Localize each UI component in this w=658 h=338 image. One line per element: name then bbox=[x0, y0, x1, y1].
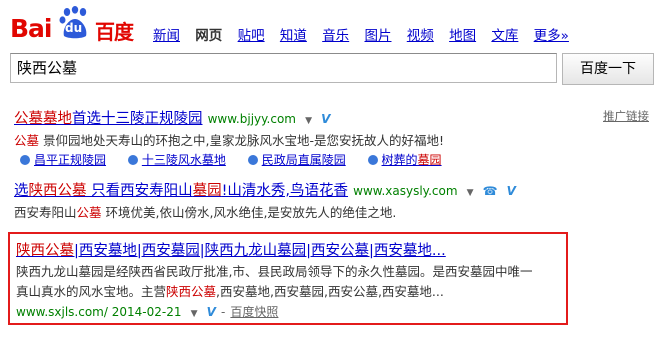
result-3-url: www.sxjls.com/ 2014-02-21 bbox=[16, 305, 182, 319]
result-1-url: www.bjjyy.com bbox=[207, 112, 296, 126]
nav-more[interactable]: 更多» bbox=[534, 28, 569, 44]
abstract-highlight: 公墓 bbox=[76, 205, 102, 220]
bullet-icon bbox=[127, 155, 138, 165]
title-text: 首选十三陵正规陵园 bbox=[72, 111, 203, 127]
sitelink-label: 民政局直属陵园 bbox=[261, 153, 346, 167]
search-input[interactable]: 陕西公墓 bbox=[10, 53, 557, 83]
result-2: 选陕西公墓 只看西安寿阳山墓园!山清水秀,鸟语花香 www.xasysly.co… bbox=[14, 180, 516, 223]
nav-web: 网页 bbox=[195, 28, 223, 44]
result-1-sitelinks: 昌平正规陵园 十三陵风水墓地 民政局直属陵园 树葬的墓园 bbox=[20, 151, 460, 169]
title-text: !山清水秀,鸟语花香 bbox=[221, 183, 349, 199]
result-2-title[interactable]: 选陕西公墓 只看西安寿阳山墓园!山清水秀,鸟语花香 bbox=[14, 183, 348, 199]
title-text: |西安墓地|西安墓园|陕西九龙山墓园|西安公墓|西安墓地... bbox=[74, 243, 446, 259]
logo-text-baidu: 百度 bbox=[95, 20, 134, 44]
title-highlight: 公墓墓地 bbox=[14, 111, 72, 127]
sitelink-label: 树葬的 bbox=[381, 153, 418, 167]
sitelink-highlight: 墓园 bbox=[417, 153, 442, 167]
nav-map[interactable]: 地图 bbox=[449, 28, 476, 44]
title-text: 只看西安寿阳山 bbox=[86, 183, 193, 199]
result-3-meta: www.sxjls.com/ 2014-02-21 ▼ V - 百度快照 bbox=[16, 302, 532, 323]
ad-label-link[interactable]: 推广链接 bbox=[603, 108, 649, 124]
abstract-highlight: 陕西公墓 bbox=[166, 284, 217, 299]
logo-text-du: du bbox=[65, 21, 83, 35]
verified-v-icon[interactable]: V bbox=[321, 112, 330, 126]
dropdown-arrow-icon[interactable]: ▼ bbox=[191, 309, 198, 319]
snapshot-link[interactable]: 百度快照 bbox=[230, 305, 278, 319]
dropdown-arrow-icon[interactable]: ▼ bbox=[467, 188, 474, 198]
abstract-text: 环境优美,依山傍水,风水绝佳,是安放先人的绝佳之地. bbox=[101, 205, 397, 220]
abstract-text: 西安寿阳山 bbox=[14, 205, 77, 220]
phone-icon[interactable]: ☎ bbox=[483, 184, 498, 198]
nav-zhidao[interactable]: 知道 bbox=[280, 28, 307, 44]
sitelink[interactable]: 昌平正规陵园 bbox=[20, 153, 106, 167]
abstract-text: ,西安墓地,西安墓园,西安公墓,西安墓地... bbox=[216, 284, 444, 299]
bullet-icon bbox=[20, 155, 30, 165]
meta-separator: - bbox=[220, 305, 226, 319]
sitelink-label: 十三陵风水墓地 bbox=[141, 153, 226, 167]
nav-video[interactable]: 视频 bbox=[407, 28, 434, 44]
top-nav: 新闻 网页 贴吧 知道 音乐 图片 视频 地图 文库 更多» bbox=[153, 24, 580, 44]
title-highlight: 墓园 bbox=[192, 183, 222, 199]
sitelink[interactable]: 民政局直属陵园 bbox=[247, 153, 346, 167]
sitelink[interactable]: 树葬的墓园 bbox=[367, 153, 442, 167]
nav-music[interactable]: 音乐 bbox=[322, 28, 349, 44]
logo-text-bai: Bai bbox=[10, 14, 52, 43]
result-2-url: www.xasysly.com bbox=[353, 184, 458, 198]
result-3: 陕西公墓|西安墓地|西安墓园|陕西九龙山墓园|西安公墓|西安墓地... 陕西九龙… bbox=[16, 240, 532, 323]
result-3-abstract-line-2: 真山真水的风水宝地。主营陕西公墓,西安墓地,西安墓园,西安公墓,西安墓地... bbox=[16, 282, 532, 302]
bullet-icon bbox=[367, 155, 378, 165]
nav-wenku[interactable]: 文库 bbox=[491, 28, 518, 44]
sitelink-label: 昌平正规陵园 bbox=[34, 153, 107, 167]
title-highlight: 陕西公墓 bbox=[16, 243, 74, 259]
dropdown-arrow-icon[interactable]: ▼ bbox=[305, 116, 312, 126]
bullet-icon bbox=[247, 155, 258, 165]
result-1-title[interactable]: 公墓墓地首选十三陵正规陵园 bbox=[14, 111, 203, 127]
sitelink[interactable]: 十三陵风水墓地 bbox=[127, 153, 226, 167]
nav-images[interactable]: 图片 bbox=[364, 28, 391, 44]
title-highlight: 陕西公墓 bbox=[28, 183, 87, 199]
title-text: 选 bbox=[14, 183, 29, 199]
result-1-abstract: 公墓 景仰园地处天寿山的环抱之中,皇家龙脉风水宝地-是您安抚故人的好福地! bbox=[14, 131, 460, 151]
nav-tieba[interactable]: 贴吧 bbox=[238, 28, 265, 44]
result-1: 公墓墓地首选十三陵正规陵园 www.bjjyy.com ▼ V 公墓 景仰园地处… bbox=[14, 108, 460, 169]
result-3-title[interactable]: 陕西公墓|西安墓地|西安墓园|陕西九龙山墓园|西安公墓|西安墓地... bbox=[16, 243, 446, 259]
baidu-logo[interactable]: Bai du 百度 bbox=[10, 6, 135, 44]
search-button[interactable]: 百度一下 bbox=[562, 53, 654, 85]
verified-v-icon[interactable]: V bbox=[207, 305, 216, 319]
abstract-text: 景仰园地处天寿山的环抱之中,皇家龙脉风水宝地-是您安抚故人的好福地! bbox=[39, 133, 444, 148]
nav-news[interactable]: 新闻 bbox=[153, 28, 180, 44]
result-2-abstract: 西安寿阳山公墓 环境优美,依山傍水,风水绝佳,是安放先人的绝佳之地. bbox=[14, 203, 516, 223]
abstract-highlight: 公墓 bbox=[14, 133, 40, 148]
verified-v-icon[interactable]: V bbox=[507, 184, 516, 198]
result-3-abstract-line-1: 陕西九龙山墓园是经陕西省民政厅批准,市、县民政局领导下的永久性墓园。是西安墓园中… bbox=[16, 264, 533, 279]
abstract-text: 真山真水的风水宝地。主营 bbox=[16, 284, 167, 299]
